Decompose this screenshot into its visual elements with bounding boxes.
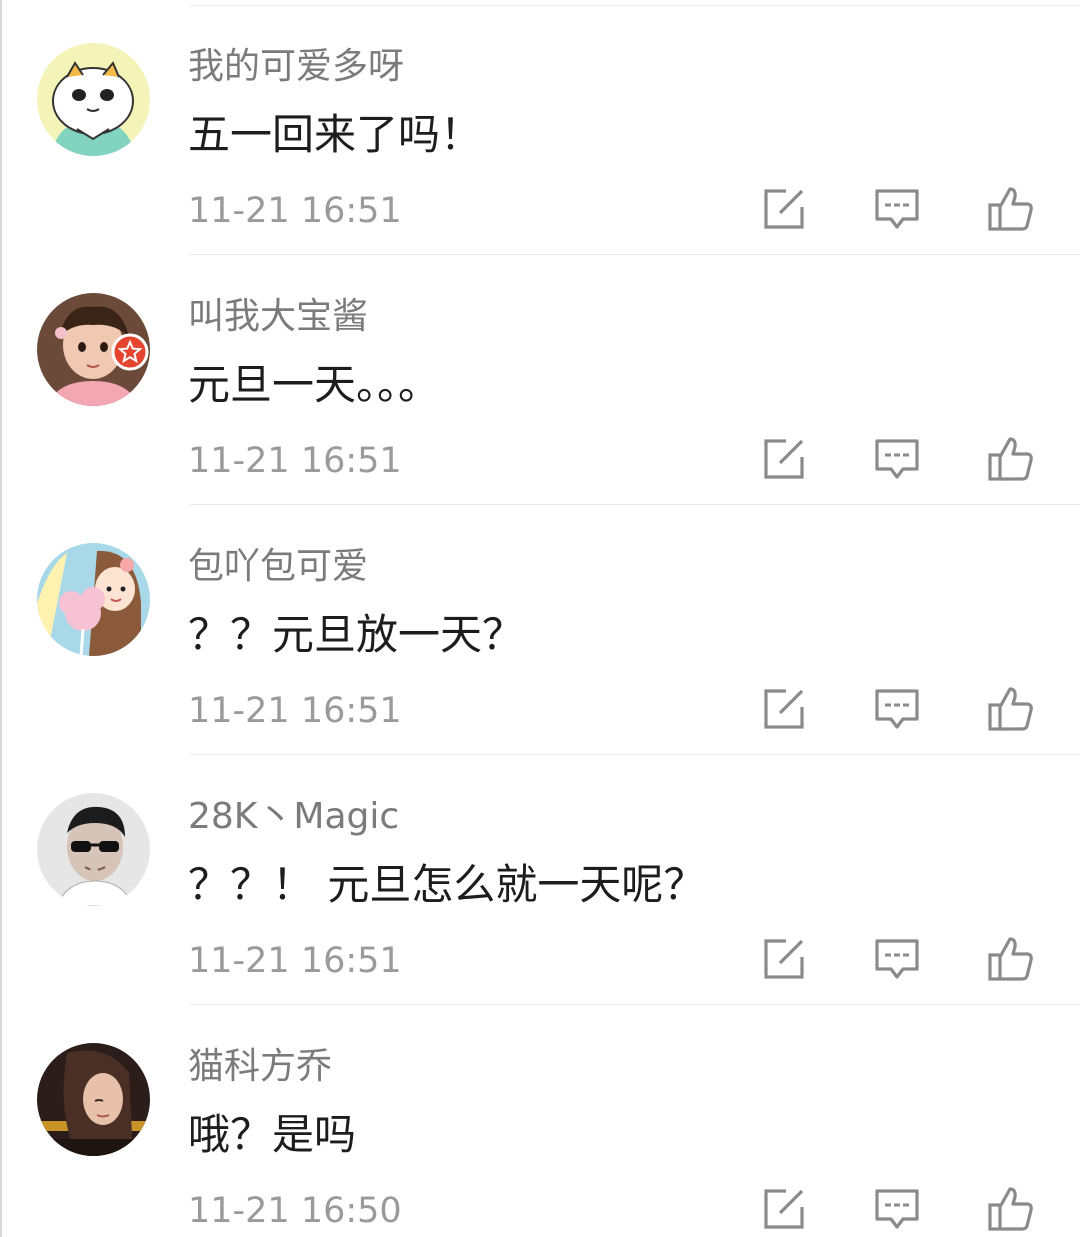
thumbs-up-icon <box>988 937 1033 981</box>
comment-text: 元旦一天。。。 <box>188 360 441 409</box>
comment-icon <box>875 439 919 479</box>
like-button[interactable] <box>986 185 1034 233</box>
like-button[interactable] <box>986 435 1034 483</box>
username[interactable]: 28K丶Magic <box>188 793 399 841</box>
edit-repost-icon <box>764 689 804 729</box>
thumbs-up-icon <box>988 437 1033 481</box>
comment-item: 叫我大宝酱 元旦一天。。。 11-21 16:51 <box>0 255 1080 505</box>
edit-repost-icon <box>764 1189 804 1229</box>
reply-button[interactable] <box>873 685 921 733</box>
reply-button[interactable] <box>873 185 921 233</box>
timestamp: 11-21 16:51 <box>188 441 402 481</box>
thumbs-up-icon <box>988 1187 1033 1231</box>
comment-list-page: 我的可爱多呀 五一回来了吗！ 11-21 16:51 叫我大宝酱 元旦一天。。。… <box>0 0 1080 1237</box>
like-button[interactable] <box>986 1185 1034 1233</box>
cartoon-girl-avatar-icon <box>37 543 150 656</box>
comment-item: 包吖包可爱 ？？元旦放一天？ 11-21 16:51 <box>0 505 1080 755</box>
woman-photo-avatar-icon <box>37 1043 150 1156</box>
comment-icon <box>875 939 919 979</box>
reply-button[interactable] <box>873 1185 921 1233</box>
man-sunglasses-avatar-icon <box>37 793 150 906</box>
avatar[interactable] <box>37 543 150 656</box>
avatar[interactable] <box>37 1043 150 1156</box>
comment-icon <box>875 189 919 229</box>
comment-icon <box>875 689 919 729</box>
comment-icon <box>875 1189 919 1229</box>
avatar[interactable] <box>37 43 150 156</box>
repost-button[interactable] <box>760 685 808 733</box>
username[interactable]: 包吖包可爱 <box>188 543 368 591</box>
username[interactable]: 猫科方乔 <box>188 1043 332 1091</box>
comment-item: 28K丶Magic ？？！ 元旦怎么就一天呢？ 11-21 16:51 <box>0 755 1080 1005</box>
repost-button[interactable] <box>760 935 808 983</box>
timestamp: 11-21 16:51 <box>188 191 402 231</box>
repost-button[interactable] <box>760 1185 808 1233</box>
cartoon-cat-avatar-icon <box>37 43 150 156</box>
edit-repost-icon <box>764 439 804 479</box>
comment-text: ？？！ 元旦怎么就一天呢？ <box>188 860 706 909</box>
timestamp: 11-21 16:51 <box>188 941 402 981</box>
username[interactable]: 我的可爱多呀 <box>188 43 404 91</box>
edit-repost-icon <box>764 939 804 979</box>
reply-button[interactable] <box>873 435 921 483</box>
like-button[interactable] <box>986 685 1034 733</box>
comment-text: 哦？是吗 <box>188 1110 357 1159</box>
avatar[interactable] <box>37 793 150 906</box>
repost-button[interactable] <box>760 185 808 233</box>
edit-repost-icon <box>764 189 804 229</box>
like-button[interactable] <box>986 935 1034 983</box>
comment-text: ？？元旦放一天？ <box>188 610 525 659</box>
repost-button[interactable] <box>760 435 808 483</box>
comment-item: 我的可爱多呀 五一回来了吗！ 11-21 16:51 <box>0 5 1080 255</box>
thumbs-up-icon <box>988 687 1033 731</box>
thumbs-up-icon <box>988 187 1033 231</box>
timestamp: 11-21 16:51 <box>188 691 402 731</box>
reply-button[interactable] <box>873 935 921 983</box>
star-badge-icon <box>111 333 149 371</box>
timestamp: 11-21 16:50 <box>188 1191 402 1231</box>
username[interactable]: 叫我大宝酱 <box>188 293 368 341</box>
comment-text: 五一回来了吗！ <box>188 110 483 159</box>
comment-item: 猫科方乔 哦？是吗 11-21 16:50 <box>0 1005 1080 1237</box>
